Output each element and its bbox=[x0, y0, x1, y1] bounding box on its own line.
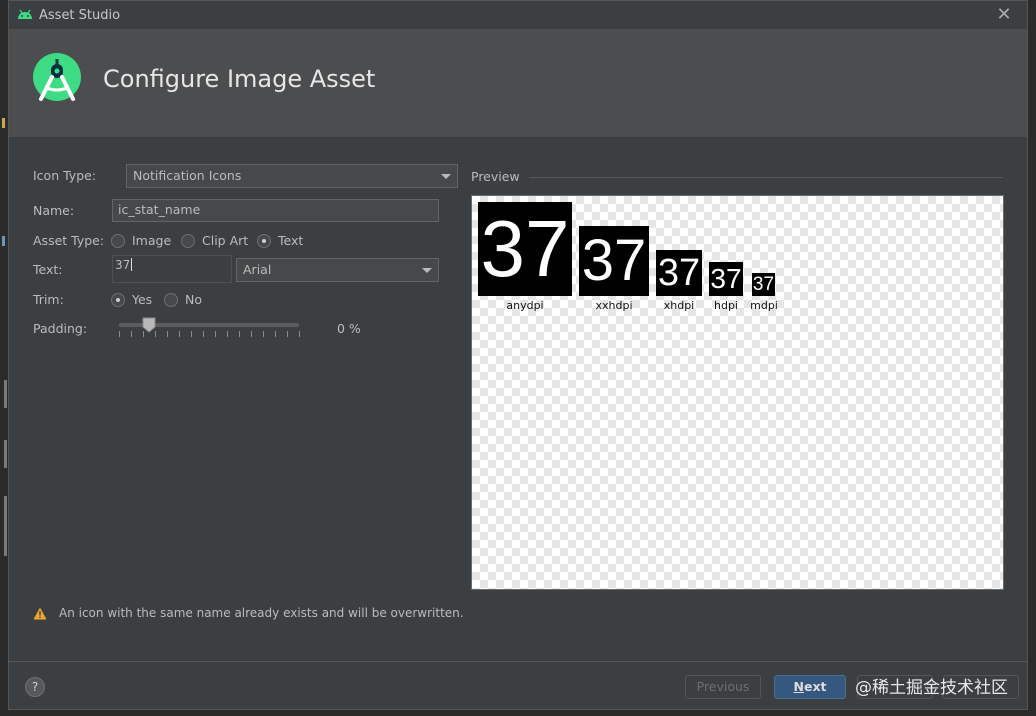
help-button[interactable]: ? bbox=[25, 677, 45, 697]
dpi-label-xxhdpi: xxhdpi bbox=[595, 299, 633, 312]
radio-indicator-selected bbox=[257, 233, 271, 248]
radio-indicator bbox=[164, 292, 178, 307]
asset-studio-dialog: Asset Studio ✕ Configure Image Asset Ico… bbox=[8, 0, 1028, 710]
watermark: @稀土掘金技术社区 bbox=[855, 678, 1008, 698]
preview-icon-mdpi: 37 bbox=[752, 273, 775, 296]
trim-yes-label: Yes bbox=[132, 292, 153, 307]
trim-no-radio[interactable]: No bbox=[164, 292, 202, 307]
footer-divider bbox=[9, 661, 1027, 662]
trim-no-label: No bbox=[185, 292, 202, 307]
asset-type-label: Asset Type: bbox=[33, 233, 105, 248]
asset-type-text-label: Text bbox=[278, 233, 304, 248]
preview-icon-anydpi: 37 bbox=[478, 202, 572, 296]
previous-label: Previous bbox=[696, 679, 750, 694]
icon-type-label: Icon Type: bbox=[33, 168, 97, 183]
next-mnemonic: N bbox=[793, 679, 804, 694]
preview-icon-xhdpi: 37 bbox=[656, 250, 702, 296]
ide-gutter-mark bbox=[2, 236, 5, 246]
trim-yes-radio[interactable]: Yes bbox=[111, 292, 152, 307]
font-select[interactable]: Arial bbox=[236, 258, 439, 282]
name-value: ic_stat_name bbox=[118, 202, 201, 217]
preview-label: Preview bbox=[471, 169, 520, 184]
next-button[interactable]: Next bbox=[774, 675, 846, 699]
warning-icon bbox=[33, 607, 47, 619]
page-title: Configure Image Asset bbox=[103, 65, 376, 93]
dialog-header: Configure Image Asset bbox=[9, 29, 1027, 137]
previous-button[interactable]: Previous bbox=[685, 675, 761, 699]
ide-gutter-mark bbox=[4, 496, 7, 556]
ide-background-left bbox=[0, 0, 8, 716]
asset-type-clipart-radio[interactable]: Clip Art bbox=[181, 233, 248, 248]
preview-divider bbox=[529, 177, 1003, 178]
ide-background-right bbox=[1028, 0, 1036, 716]
icon-type-select[interactable]: Notification Icons bbox=[126, 164, 458, 188]
name-label: Name: bbox=[33, 203, 75, 218]
name-input[interactable]: ic_stat_name bbox=[112, 199, 439, 222]
radio-indicator bbox=[111, 233, 125, 248]
ide-gutter-mark bbox=[4, 380, 7, 408]
ide-gutter-mark bbox=[2, 118, 5, 128]
preview-icon-xxhdpi: 37 bbox=[579, 226, 649, 296]
text-input[interactable]: 37 bbox=[112, 255, 232, 283]
padding-slider-ticks bbox=[119, 331, 301, 337]
dpi-label-anydpi: anydpi bbox=[506, 299, 544, 312]
close-button[interactable]: ✕ bbox=[995, 6, 1013, 24]
dpi-label-hdpi: hdpi bbox=[714, 299, 738, 312]
window-title: Asset Studio bbox=[39, 8, 121, 23]
chevron-down-icon bbox=[422, 268, 432, 273]
ide-gutter-mark bbox=[4, 440, 7, 468]
asset-type-text-radio[interactable]: Text bbox=[257, 233, 303, 248]
overwrite-warning: An icon with the same name already exist… bbox=[33, 606, 464, 620]
android-studio-logo-icon bbox=[33, 53, 81, 101]
android-icon bbox=[18, 9, 32, 19]
preview-icon-hdpi: 37 bbox=[709, 262, 743, 296]
warning-text: An icon with the same name already exist… bbox=[59, 606, 464, 620]
text-caret bbox=[131, 258, 133, 271]
font-value: Arial bbox=[243, 262, 272, 277]
preview-canvas: 37 anydpi 37 xxhdpi 37 xhdpi 37 hdpi 37 … bbox=[471, 195, 1004, 590]
text-label: Text: bbox=[33, 262, 63, 277]
radio-indicator bbox=[181, 233, 195, 248]
dpi-label-xhdpi: xhdpi bbox=[663, 299, 695, 312]
next-label: ext bbox=[803, 679, 827, 694]
dpi-label-mdpi: mdpi bbox=[750, 299, 778, 312]
padding-label: Padding: bbox=[33, 321, 88, 336]
trim-label: Trim: bbox=[33, 292, 64, 307]
close-icon: ✕ bbox=[996, 4, 1012, 25]
asset-type-image-label: Image bbox=[132, 233, 172, 248]
radio-indicator-selected bbox=[111, 292, 125, 307]
icon-type-value: Notification Icons bbox=[133, 168, 242, 183]
padding-value: 0 % bbox=[337, 321, 361, 336]
asset-type-clipart-label: Clip Art bbox=[202, 233, 249, 248]
text-value: 37 bbox=[115, 258, 131, 272]
chevron-down-icon bbox=[441, 174, 451, 179]
help-icon: ? bbox=[31, 680, 39, 694]
title-bar: Asset Studio ✕ bbox=[9, 1, 1027, 29]
asset-type-image-radio[interactable]: Image bbox=[111, 233, 171, 248]
